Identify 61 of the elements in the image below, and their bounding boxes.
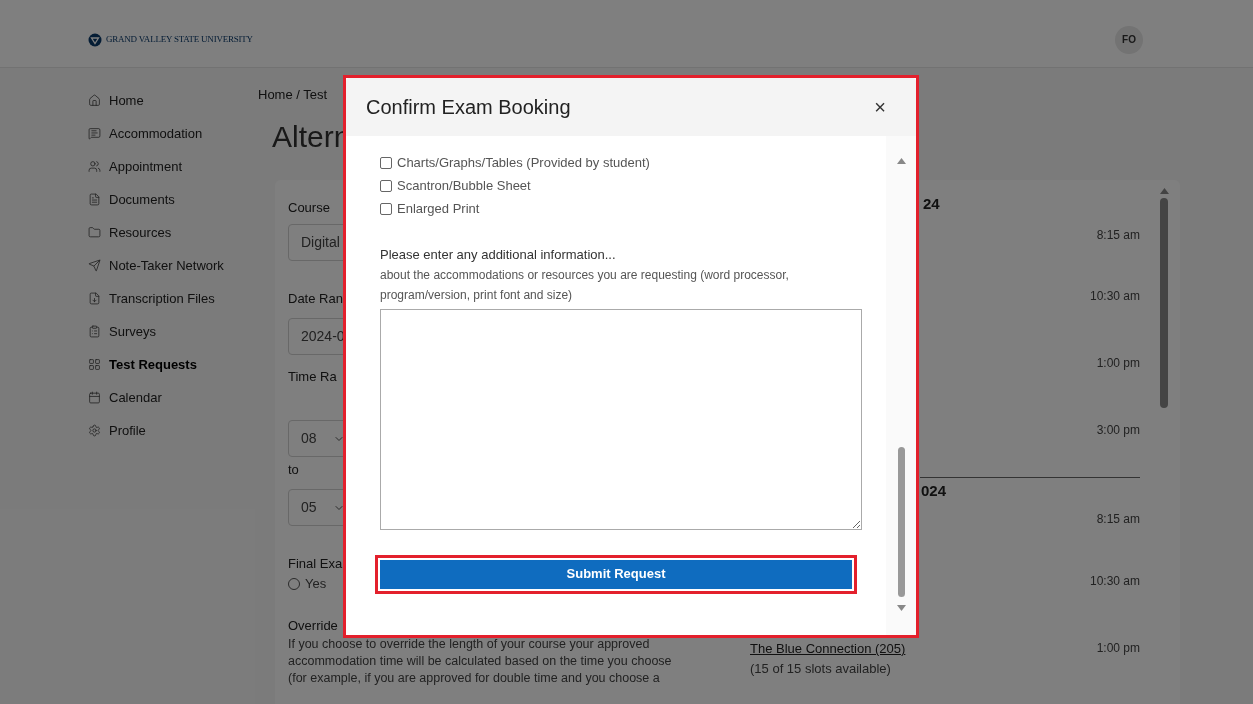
scroll-up-arrow-icon — [896, 158, 906, 164]
message-icon — [88, 127, 101, 140]
scroll-up-arrow-icon — [1159, 188, 1169, 194]
checkbox[interactable] — [380, 179, 392, 192]
date-heading: 024 — [921, 481, 947, 500]
field-label: Course — [288, 199, 330, 217]
sidebar-item[interactable]: Appointment — [88, 150, 258, 183]
scrollbar-thumb[interactable] — [1160, 198, 1168, 408]
radio-label: Yes — [305, 575, 327, 594]
field-label: Time Ra — [288, 368, 337, 386]
info-hint: about the accommodations or resources you are requesting (word processor, program/version, print font and size) — [380, 266, 790, 304]
folder-icon — [88, 226, 101, 239]
field-label: Final Exa — [288, 555, 343, 573]
sidebar-item[interactable]: Surveys — [88, 315, 258, 348]
file-download-icon — [88, 292, 101, 305]
calendar-icon — [88, 391, 101, 404]
time-slot: 10:30 am — [1089, 287, 1140, 307]
checkbox-label: Enlarged Print — [397, 199, 480, 218]
checkbox-label: Scantron/Bubble Sheet — [397, 176, 531, 195]
checkbox[interactable] — [380, 202, 392, 215]
additional-info-field[interactable] — [380, 308, 862, 530]
field-label: Date Ran — [288, 290, 343, 308]
scrollbar-thumb[interactable] — [897, 447, 905, 597]
override-description: If you choose to override the length of your course your approved accommodation time will be calculated based on the time you choose (for example, if you are approved for double time and you choose a — [288, 636, 673, 687]
close-button[interactable]: × — [874, 97, 886, 117]
field-label: Override — [288, 617, 338, 635]
time-slot: 1:00 pm — [1096, 354, 1140, 374]
grid-icon — [88, 358, 101, 371]
checkbox[interactable] — [380, 156, 392, 169]
document-icon — [88, 193, 101, 206]
availability-text: (15 of 15 slots available) — [750, 659, 892, 678]
sidebar-item[interactable]: Profile — [88, 414, 258, 447]
time-slot: 10:30 am — [1089, 572, 1140, 592]
to-label: to — [288, 461, 299, 479]
date-heading: 24 — [923, 194, 940, 213]
location-link[interactable]: The Blue Connection (205) — [750, 639, 906, 659]
sidebar-item[interactable]: Resources — [88, 216, 258, 249]
sidebar-item[interactable]: Accommodation — [88, 117, 258, 150]
home-icon — [88, 94, 101, 107]
send-icon — [88, 259, 101, 272]
breadcrumb: Home / Test — [258, 86, 329, 104]
scroll-down-arrow-icon — [896, 605, 906, 611]
sidebar-item[interactable]: Documents — [88, 183, 258, 216]
settings-icon — [88, 424, 101, 437]
sidebar-item[interactable]: Note-Taker Network — [88, 249, 258, 282]
time-slot: 1:00 pm — [1096, 639, 1140, 659]
time-slot: 8:15 am — [1096, 510, 1140, 530]
checkbox-label: Charts/Graphs/Tables (Provided by student) — [397, 153, 650, 172]
sidebar-item[interactable]: Calendar — [88, 381, 258, 414]
dialog-title: Confirm Exam Booking — [366, 95, 571, 120]
sidebar-item[interactable]: Test Requests — [88, 348, 258, 381]
sidebar-item[interactable]: Home — [88, 84, 258, 117]
university-logo-text: GRAND VALLEY STATE UNIVERSITY — [106, 32, 253, 46]
user-avatar[interactable]: FO — [1115, 25, 1143, 54]
people-icon — [88, 160, 101, 173]
clipboard-icon — [88, 325, 101, 338]
info-label: Please enter any additional information... — [380, 246, 617, 264]
shield-logo-icon — [88, 32, 102, 47]
time-slot: 8:15 am — [1096, 226, 1140, 246]
sidebar-item[interactable]: Transcription Files — [88, 282, 258, 315]
time-slot: 3:00 pm — [1096, 421, 1140, 441]
